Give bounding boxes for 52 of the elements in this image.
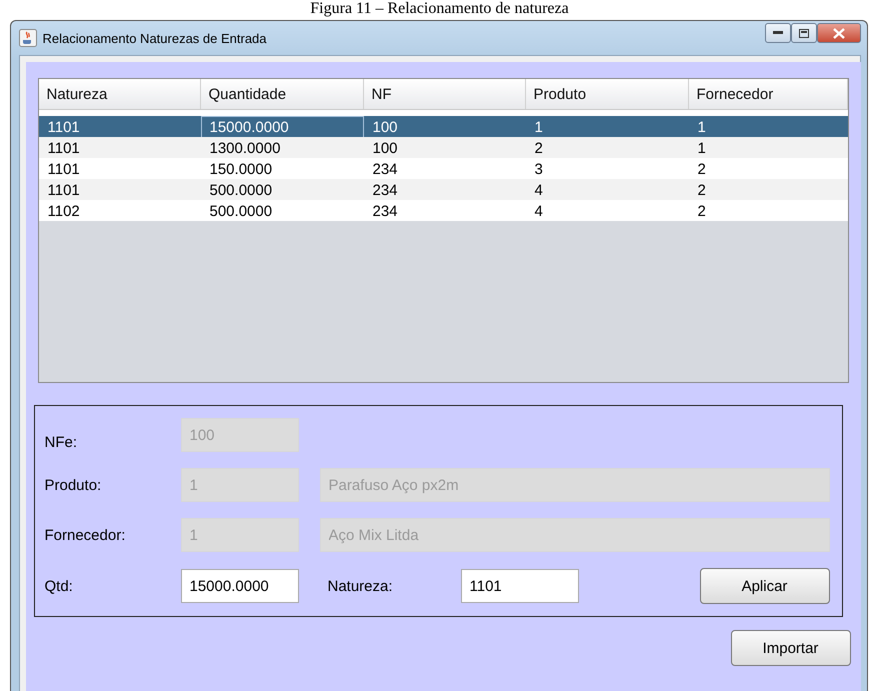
field-label: NFe: — [44, 434, 78, 450]
table-cell-text: 150.0000 — [208, 160, 274, 180]
maximize-button[interactable] — [790, 23, 816, 43]
table-cell-text: 1101 — [46, 181, 81, 201]
table-row[interactable]: 1102 500.0000 234 4 2 — [38, 200, 848, 221]
import-button[interactable]: Importar — [730, 630, 850, 666]
table-cell-text: 1101 — [46, 160, 81, 180]
table-cell-text: 2 — [534, 139, 544, 159]
table-cell-text: 1101 — [46, 118, 81, 138]
table-cell-text: 3 — [534, 160, 544, 180]
figure-caption: Figura 11 – Relacionamento de natureza — [310, 0, 569, 18]
field-label: Produto: — [44, 476, 102, 494]
minimize-icon — [772, 31, 782, 35]
table-cell-text: 1101 — [46, 139, 81, 159]
column-header[interactable]: Natureza — [38, 79, 200, 109]
table-cell-text: 1 — [534, 118, 544, 138]
table-cell-text: 1102 — [46, 202, 81, 222]
table-cell-text: 1 — [696, 118, 707, 138]
column-header[interactable]: Produto — [526, 79, 688, 109]
column-header[interactable]: Fornecedor — [688, 79, 848, 109]
table-cell-text: 2 — [696, 202, 707, 222]
column-header[interactable]: Quantidade — [200, 79, 364, 109]
table-row[interactable]: 1101 150.0000 234 3 2 — [38, 158, 848, 179]
table-cell-text: 2 — [696, 181, 707, 201]
close-icon — [832, 28, 844, 38]
table-row[interactable]: 1101 1300.0000 100 2 1 — [38, 137, 848, 158]
quantity-field[interactable]: 15000.0000 — [180, 569, 298, 603]
field-label: Qtd: — [44, 578, 74, 594]
column-header[interactable]: NF — [364, 79, 526, 109]
table-cell-text: 1300.0000 — [208, 139, 282, 159]
window-title: Relacionamento Naturezas de Entrada — [42, 30, 268, 46]
table-cell-text: 500.0000 — [208, 202, 274, 222]
table-cell-text: 234 — [372, 181, 399, 201]
table-cell-text: 234 — [372, 160, 399, 180]
field-label: Natureza: — [328, 578, 394, 594]
table-cell-text: 1 — [696, 139, 707, 159]
field-label: Fornecedor: — [44, 526, 126, 544]
table-cell-text: 100 — [372, 118, 399, 138]
java-cup-icon — [18, 29, 36, 47]
close-button[interactable] — [816, 23, 860, 43]
table-cell-text: 500.0000 — [208, 181, 274, 201]
table-row[interactable]: 1101 15000.0000 100 1 1 — [38, 116, 848, 137]
table-cell-text: 234 — [372, 202, 399, 222]
nature-field[interactable]: 1101 — [460, 569, 578, 603]
table-cell-text: 100 — [372, 139, 399, 159]
table-cell-text: 4 — [534, 202, 544, 222]
minimize-button[interactable] — [764, 23, 790, 43]
table-cell-text: 2 — [696, 160, 707, 180]
apply-button[interactable]: Aplicar — [700, 568, 830, 604]
table-row[interactable]: 1101 500.0000 234 4 2 — [38, 179, 848, 200]
maximize-icon — [798, 28, 808, 38]
table-cell-text: 4 — [534, 181, 544, 201]
